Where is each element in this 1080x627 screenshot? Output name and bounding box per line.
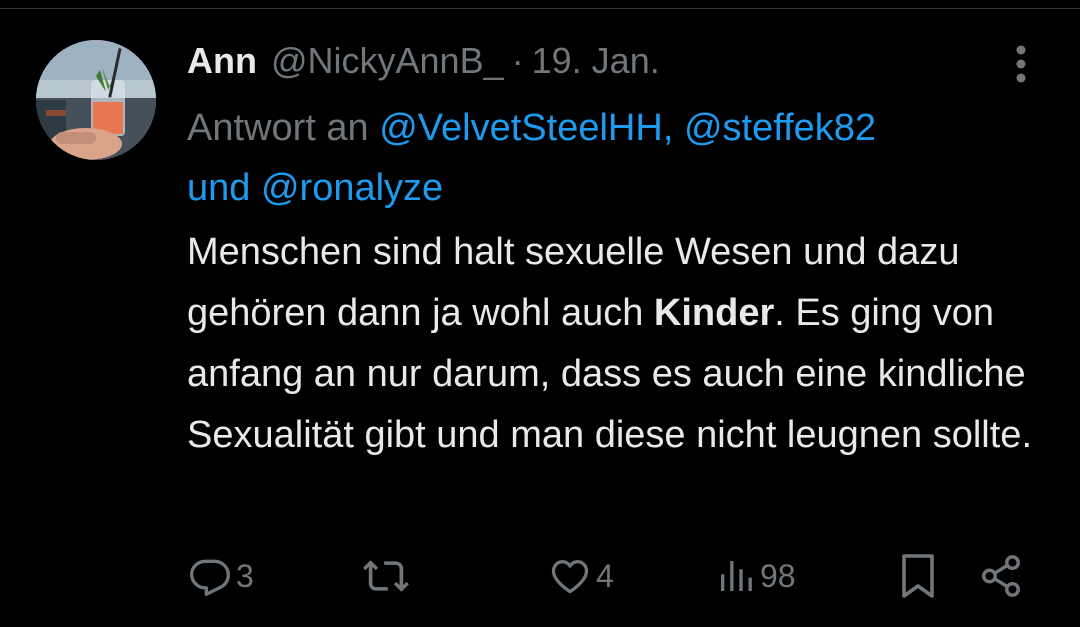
mention-comma: , xyxy=(662,107,674,149)
views-icon xyxy=(721,561,752,591)
separator-dot: · xyxy=(511,40,524,81)
reply-icon xyxy=(190,559,230,596)
bookmark-button[interactable] xyxy=(898,548,938,604)
like-icon xyxy=(551,560,589,594)
mention-link[interactable]: @steffek82 xyxy=(684,107,876,149)
bookmark-icon xyxy=(902,554,934,598)
retweet-button[interactable] xyxy=(362,548,414,604)
share-button[interactable] xyxy=(978,548,1024,604)
mention-link[interactable]: @VelvetSteelHH xyxy=(379,107,663,149)
tweet-date[interactable]: 19. Jan. xyxy=(532,40,660,82)
reply-button[interactable]: 3 xyxy=(188,548,254,604)
display-name[interactable]: Ann xyxy=(187,40,257,82)
mention-conjunction: und xyxy=(187,167,251,209)
reply-count: 3 xyxy=(236,557,254,594)
views-count: 98 xyxy=(760,557,796,594)
user-handle[interactable]: @NickyAnnB_ xyxy=(271,40,504,82)
like-count: 4 xyxy=(596,557,614,594)
tweet-text: Menschen sind halt sexuelle Wesen und da… xyxy=(187,222,1057,466)
tweet[interactable]: Ann @NickyAnnB_ · 19. Jan. Antwort an @V… xyxy=(0,0,1080,627)
reply-context: Antwort an @VelvetSteelHH, @steffek82 un… xyxy=(187,98,1047,218)
more-button[interactable] xyxy=(1003,42,1039,86)
tweet-text-bold: Kinder xyxy=(653,292,775,334)
action-bar: 3 4 98 xyxy=(0,548,1080,604)
more-icon xyxy=(1016,45,1026,83)
views-button[interactable]: 98 xyxy=(716,548,796,604)
tweet-header: Ann @NickyAnnB_ · 19. Jan. xyxy=(187,36,660,86)
reply-prefix: Antwort an xyxy=(187,107,369,149)
like-button[interactable]: 4 xyxy=(548,548,614,604)
avatar[interactable] xyxy=(36,40,156,160)
avatar-image xyxy=(36,40,156,160)
share-icon xyxy=(982,555,1020,597)
retweet-icon xyxy=(363,560,409,592)
mention-link[interactable]: @ronalyze xyxy=(261,167,443,209)
